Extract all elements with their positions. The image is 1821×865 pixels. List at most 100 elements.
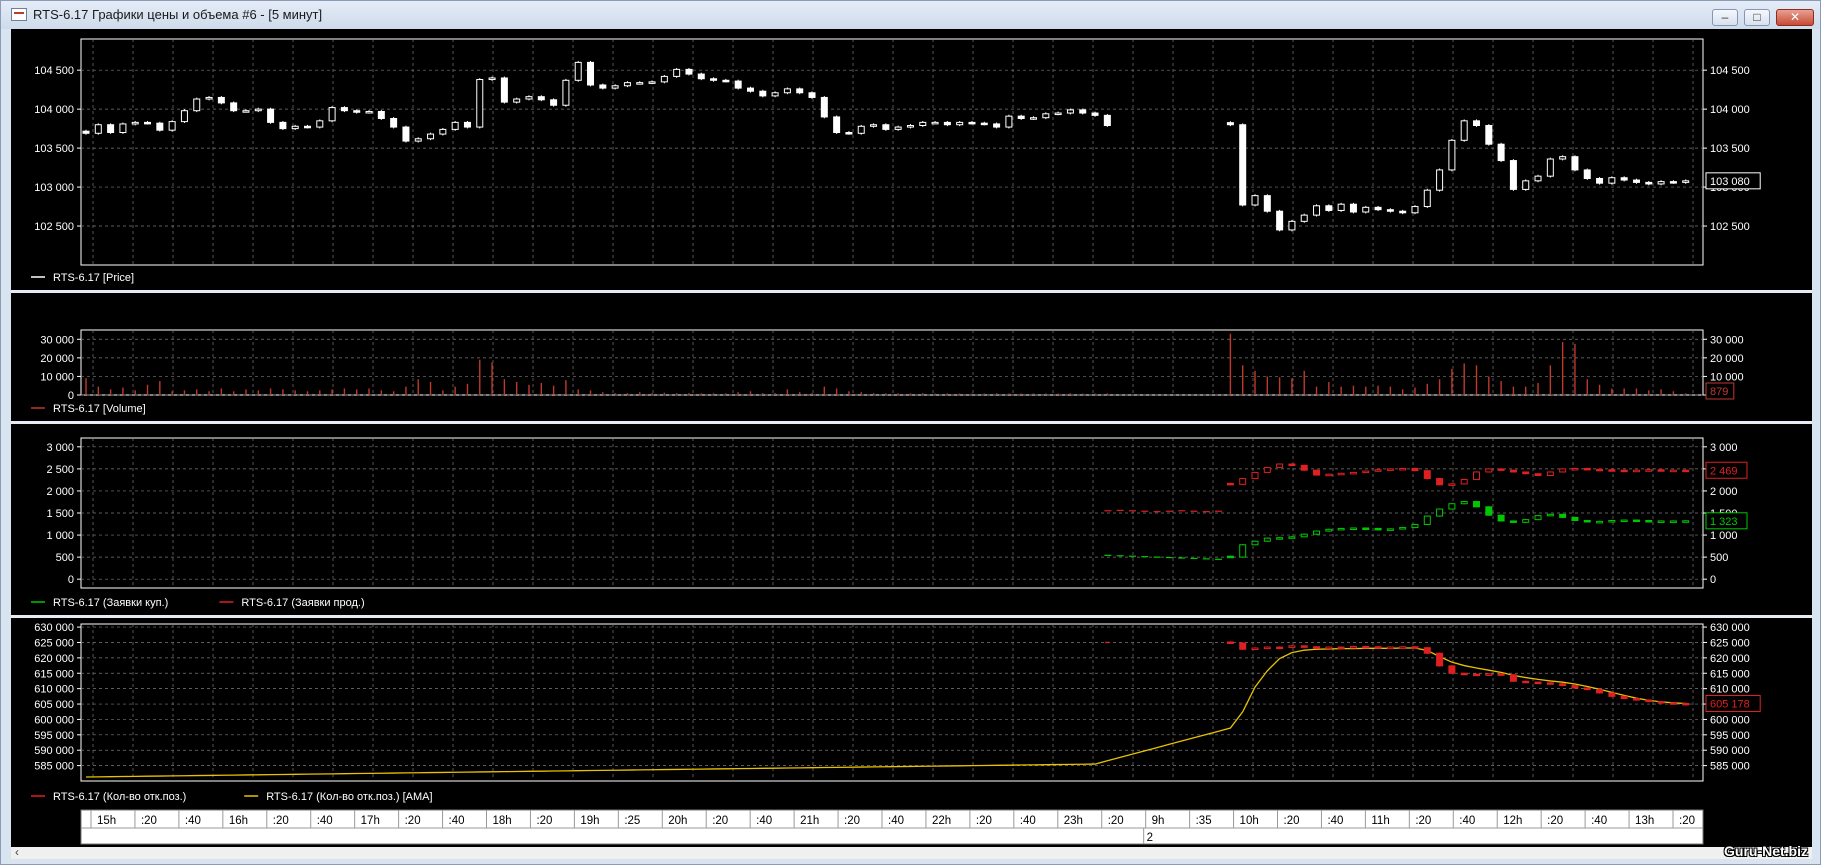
y-tick-label-left: 590 000 xyxy=(34,745,74,757)
title-bar[interactable]: RTS-6.17 Графики цены и объема #6 - [5 м… xyxy=(1,1,1820,29)
price-candle xyxy=(1005,115,1013,128)
time-label: 16h xyxy=(229,815,248,827)
panel-separator[interactable] xyxy=(11,615,1812,618)
open-interest-candle xyxy=(1325,646,1333,650)
y-tick-label-left: 0 xyxy=(68,390,74,402)
price-candle xyxy=(82,130,90,134)
price-candle xyxy=(1337,203,1345,211)
price-candle xyxy=(500,77,508,103)
legend-entry: RTS-6.17 [Volume] xyxy=(53,403,146,415)
price-candle xyxy=(1534,175,1542,182)
price-candle xyxy=(833,116,841,134)
close-icon: ✕ xyxy=(1789,10,1801,24)
buy-orders-candle xyxy=(1349,527,1357,530)
price-candle xyxy=(1239,124,1247,206)
chart-window-icon xyxy=(11,8,27,21)
price-candle xyxy=(746,87,754,92)
price-candle xyxy=(980,122,988,126)
maximize-button[interactable]: □ xyxy=(1744,9,1770,26)
time-label: :20 xyxy=(976,815,992,827)
panel-separator[interactable] xyxy=(11,290,1812,293)
price-candle xyxy=(943,121,951,126)
price-candle xyxy=(870,124,878,127)
y-tick-label-right: 102 500 xyxy=(1710,221,1750,233)
price-candle xyxy=(1079,109,1087,114)
buy-orders-candle xyxy=(1411,523,1419,529)
price-candle xyxy=(254,108,262,112)
watermark: Guru-Net.biz xyxy=(1724,843,1808,859)
oi-last-value: 605 178 xyxy=(1710,698,1750,710)
y-tick-label-left: 2 000 xyxy=(46,486,74,498)
buy-orders-candle xyxy=(1399,527,1407,530)
time-label: :20 xyxy=(844,815,860,827)
buy-orders-candle xyxy=(1608,520,1616,523)
legend-entry: RTS-6.17 (Кол-во отк.поз.) [AMA] xyxy=(266,791,432,803)
y-tick-label-left: 102 500 xyxy=(34,221,74,233)
legend-entry: RTS-6.17 [Price] xyxy=(53,272,134,284)
open-interest-candle xyxy=(1522,680,1530,684)
price-candle xyxy=(1066,109,1074,114)
time-label: :20 xyxy=(1108,815,1124,827)
price-candle xyxy=(1276,210,1284,231)
open-interest-candle xyxy=(1337,646,1345,650)
price-candle xyxy=(537,96,545,101)
panel-separator[interactable] xyxy=(11,421,1812,424)
price-candle xyxy=(1288,220,1296,231)
time-label: :40 xyxy=(185,815,201,827)
price-candle xyxy=(734,80,742,89)
volume-last-value: 879 xyxy=(1710,386,1728,398)
buy-orders-candle xyxy=(1632,519,1640,523)
price-candle xyxy=(993,123,1001,128)
price-candle xyxy=(1497,143,1505,162)
window-title: RTS-6.17 Графики цены и объема #6 - [5 м… xyxy=(33,7,323,22)
y-tick-label-right: 30 000 xyxy=(1710,334,1744,346)
buy-orders-candle xyxy=(1300,533,1308,538)
minimize-button[interactable]: – xyxy=(1712,9,1738,26)
price-candle xyxy=(857,125,865,134)
sell-orders-candle xyxy=(1411,467,1419,472)
open-interest-candle xyxy=(1362,645,1370,649)
price-candle xyxy=(156,122,164,131)
time-label: :20 xyxy=(1679,815,1695,827)
sell-orders-candle xyxy=(1485,468,1493,473)
price-candle xyxy=(1042,113,1050,119)
y-tick-label-right: 104 500 xyxy=(1710,65,1750,77)
time-label: :20 xyxy=(141,815,157,827)
price-candle xyxy=(1485,125,1493,145)
open-interest-candle xyxy=(1251,647,1259,651)
close-button[interactable]: ✕ xyxy=(1776,9,1814,26)
time-label: :40 xyxy=(449,815,465,827)
sell-orders-candle xyxy=(1559,468,1567,473)
price-candle xyxy=(1263,195,1271,212)
sell-orders-candle xyxy=(1682,469,1690,473)
buy-orders-candle xyxy=(1509,520,1517,523)
open-interest-candle xyxy=(1448,665,1456,674)
price-candle xyxy=(414,138,422,142)
scroll-left-icon[interactable]: ‹ xyxy=(15,845,19,859)
sell-orders-candle xyxy=(1337,472,1345,476)
sell-orders-candle xyxy=(1300,464,1308,471)
buy-orders-candle xyxy=(1288,536,1296,539)
price-candle xyxy=(180,110,188,123)
buy-orders-candle xyxy=(1337,527,1345,531)
sell-orders-candle xyxy=(1583,467,1591,471)
open-interest-candle xyxy=(1608,692,1616,697)
sell-orders-candle xyxy=(1349,471,1357,475)
buy-orders-candle xyxy=(1436,508,1444,517)
open-interest-candle xyxy=(1645,699,1653,703)
horizontal-scrollbar[interactable]: ‹ xyxy=(11,845,1812,859)
price-candle xyxy=(587,61,595,86)
open-interest-candle xyxy=(1583,687,1591,691)
panel-2: 30 00030 00020 00020 00010 00010 0000087… xyxy=(31,329,1744,415)
price-candle xyxy=(94,124,102,134)
buy-orders-candle xyxy=(1423,515,1431,525)
price-candle xyxy=(1362,206,1370,213)
y-tick-label-right: 20 000 xyxy=(1710,353,1744,365)
open-interest-candle xyxy=(1559,683,1567,687)
price-candle xyxy=(1226,122,1234,126)
price-candle xyxy=(463,121,471,128)
price-candle xyxy=(820,96,828,118)
price-candle xyxy=(217,96,225,104)
time-label: :20 xyxy=(536,815,552,827)
sell-orders-candle xyxy=(1251,471,1259,480)
